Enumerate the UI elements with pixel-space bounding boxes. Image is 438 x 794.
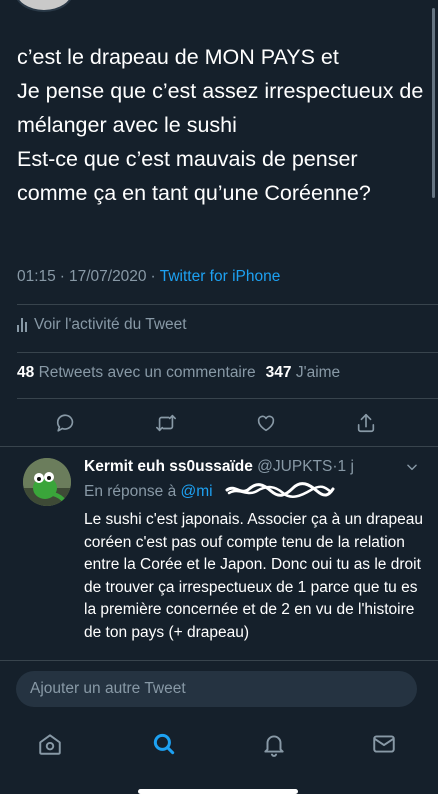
retweets-label: Retweets avec un commentaire	[38, 364, 256, 381]
meta-separator: ·	[150, 268, 156, 285]
tweet-activity-label: Voir l'activité du Tweet	[34, 316, 187, 333]
divider	[17, 304, 438, 305]
like-icon[interactable]	[253, 410, 279, 436]
reply-icon[interactable]	[53, 410, 79, 436]
likes-count: 347	[265, 364, 292, 381]
compose-bar: Ajouter un autre Tweet	[0, 660, 438, 716]
reply-tweet[interactable]: Kermit euh ss0ussaïde @JUPKTS·1 j En rép…	[0, 448, 438, 660]
replying-to-mention[interactable]: @mi	[181, 483, 213, 500]
likes-label: J'aime	[295, 364, 341, 381]
search-icon[interactable]	[150, 730, 178, 758]
retweets-count: 48	[17, 364, 35, 381]
reply-author: Kermit euh ss0ussaïde @JUPKTS·1 j	[84, 458, 354, 476]
divider	[17, 352, 438, 353]
home-icon[interactable]	[36, 730, 64, 758]
author-avatar[interactable]	[14, 0, 74, 12]
tweet-activity-link[interactable]: Voir l'activité du Tweet	[17, 316, 187, 334]
replying-to-label: En réponse à	[84, 483, 177, 500]
tweet-stats: 48 Retweets avec un commentaire 347 J'aim…	[17, 364, 340, 382]
retweet-icon[interactable]	[153, 410, 179, 436]
compose-input[interactable]: Ajouter un autre Tweet	[16, 671, 417, 707]
tweet-action-bar	[0, 404, 438, 442]
scrollbar[interactable]	[432, 8, 435, 198]
reply-display-name[interactable]: Kermit euh ss0ussaïde	[84, 458, 253, 475]
tweet-meta: 01:15 · 17/07/2020 · Twitter for iPhone	[17, 268, 280, 286]
tweet-text: c’est le drapeau de MON PAYS et Je pense…	[17, 45, 424, 205]
likes-stat[interactable]: 347 J'aime	[266, 364, 341, 381]
chevron-down-icon[interactable]	[405, 460, 419, 479]
reply-handle[interactable]: @JUPKTS	[257, 458, 332, 475]
replying-to: En réponse à @mi	[84, 483, 213, 501]
home-indicator[interactable]	[138, 789, 298, 794]
reply-author-avatar[interactable]	[23, 458, 71, 506]
messages-icon[interactable]	[370, 730, 398, 758]
divider	[17, 398, 438, 399]
divider	[0, 446, 438, 447]
analytics-icon	[17, 318, 27, 332]
notifications-icon[interactable]	[260, 730, 288, 758]
retweets-stat[interactable]: 48 Retweets avec un commentaire	[17, 364, 256, 381]
tweet-source-link[interactable]: Twitter for iPhone	[160, 268, 281, 285]
bottom-tab-bar	[0, 716, 438, 794]
reply-text: Le sushi c'est japonais. Associer ça à u…	[84, 511, 424, 641]
share-icon[interactable]	[353, 410, 379, 436]
reply-time: 1 j	[337, 458, 354, 475]
redaction-scribble	[225, 482, 335, 498]
meta-separator: ·	[59, 268, 65, 285]
tweet-date: 17/07/2020	[68, 268, 147, 285]
tweet-time: 01:15	[17, 268, 56, 285]
